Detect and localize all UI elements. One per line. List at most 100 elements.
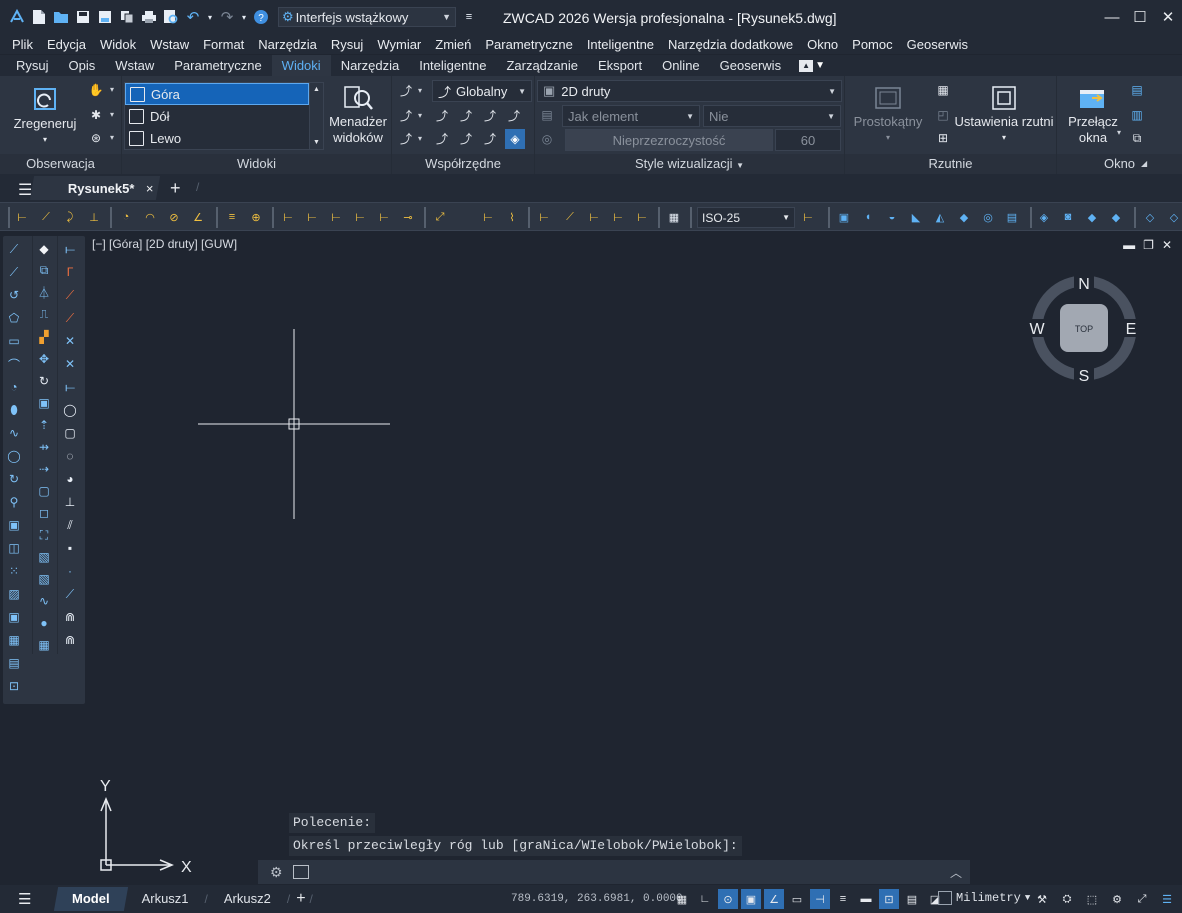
scroll-down-icon[interactable]: ▼: [313, 139, 320, 146]
dim-tool-27-icon[interactable]: ⊢: [800, 209, 816, 225]
view-manager-button[interactable]: Menadżer widoków: [326, 82, 390, 146]
print-preview-icon[interactable]: [162, 8, 180, 26]
status-tool-0-icon[interactable]: ⚒: [1032, 889, 1052, 909]
menu-item-14[interactable]: Geoserwis: [900, 37, 975, 52]
layout-tab-arkusz2[interactable]: Arkusz2: [208, 887, 287, 911]
draw-tool-3-icon[interactable]: ⬠: [3, 309, 25, 327]
viewcube[interactable]: TOP N S E W: [1026, 273, 1140, 385]
cascade-icon[interactable]: ⧉: [1129, 130, 1145, 146]
draw-tool-7-icon[interactable]: ⬮: [3, 401, 25, 419]
dim-tool-40-icon[interactable]: ◇: [1142, 209, 1158, 225]
print-icon[interactable]: [140, 8, 158, 26]
ribbon-tab-5[interactable]: Narzędzia: [331, 55, 410, 76]
tile-horizontal-icon[interactable]: ▤: [1129, 82, 1145, 98]
ucs-origin-dropdown-icon[interactable]: ▾: [418, 134, 422, 143]
status-toggle-10-icon[interactable]: ▤: [902, 889, 922, 909]
dim-tool-8-icon[interactable]: ≡: [224, 209, 240, 225]
viewport-minimize-icon[interactable]: ▬: [1123, 238, 1135, 252]
snap-tool-17-icon[interactable]: ⋒: [59, 631, 81, 649]
modify-tool-12-icon[interactable]: ◻: [33, 505, 55, 522]
regen-button[interactable]: Zregeneruj ▾: [8, 84, 82, 148]
dim-tool-18-icon[interactable]: ⌇: [504, 209, 520, 225]
snap-tool-15-icon[interactable]: ⟋: [59, 585, 81, 603]
dim-tool-39-icon[interactable]: ◆: [1108, 209, 1124, 225]
dim-tool-3-icon[interactable]: ⊥: [86, 209, 102, 225]
menu-item-10[interactable]: Inteligentne: [580, 37, 661, 52]
switch-dropdown-icon[interactable]: ▾: [1117, 128, 1121, 137]
menu-item-8[interactable]: Zmień: [428, 37, 478, 52]
status-tool-4-icon[interactable]: ⤢: [1132, 889, 1152, 909]
dim-tool-19-icon[interactable]: ⊢: [536, 209, 552, 225]
viewcube-south[interactable]: S: [1079, 368, 1090, 385]
menu-item-12[interactable]: Okno: [800, 37, 845, 52]
dim-tool-34-icon[interactable]: ◎: [980, 209, 996, 225]
menu-item-0[interactable]: Plik: [5, 37, 40, 52]
dim-tool-16-icon[interactable]: ⤢: [432, 209, 448, 225]
dim-tool-11-icon[interactable]: ⊢: [304, 209, 320, 225]
snap-tool-8-icon[interactable]: ▢: [59, 424, 81, 442]
draw-tool-12-icon[interactable]: ▣: [3, 516, 25, 534]
dim-tool-12-icon[interactable]: ⊢: [328, 209, 344, 225]
dim-tool-5-icon[interactable]: ◠: [142, 209, 158, 225]
dim-tool-37-icon[interactable]: ◙: [1060, 209, 1076, 225]
draw-tool-4-icon[interactable]: ▭: [3, 332, 25, 350]
minimize-icon[interactable]: —: [1098, 0, 1126, 34]
ucs-x-icon[interactable]: ⤴: [434, 107, 450, 123]
draw-tool-18-icon[interactable]: ▤: [3, 654, 25, 672]
modify-tool-11-icon[interactable]: ▢: [33, 483, 55, 500]
viewport-settings-button[interactable]: Ustawienia rzutni ▾: [953, 82, 1055, 146]
snap-tool-16-icon[interactable]: ⋒: [59, 608, 81, 626]
modify-tool-6-icon[interactable]: ↻: [33, 372, 55, 389]
add-tab-icon[interactable]: +: [170, 178, 181, 199]
menu-item-3[interactable]: Wstaw: [143, 37, 196, 52]
switch-window-button[interactable]: Przełącz okna: [1061, 82, 1125, 146]
add-layout-icon[interactable]: +: [296, 890, 305, 908]
modify-tool-8-icon[interactable]: ⇡: [33, 416, 55, 433]
viewport-layout-icon[interactable]: ⊞: [935, 130, 951, 146]
dim-tool-13-icon[interactable]: ⊢: [352, 209, 368, 225]
undo-dropdown-icon[interactable]: ▾: [206, 8, 214, 26]
workspace-select[interactable]: ⚙ Interfejs wstążkowy ▼: [278, 7, 456, 27]
ucs-object-icon[interactable]: ⤴: [434, 130, 450, 146]
dim-tool-14-icon[interactable]: ⊢: [376, 209, 392, 225]
dim-tool-30-icon[interactable]: ◒: [884, 209, 900, 225]
draw-tool-10-icon[interactable]: ↻: [3, 470, 25, 488]
dim-tool-32-icon[interactable]: ◭: [932, 209, 948, 225]
steering-wheel-icon[interactable]: ⊛: [88, 130, 104, 146]
ucs-cube-icon[interactable]: ◈: [505, 129, 525, 149]
dim-tool-4-icon[interactable]: ◔: [118, 209, 134, 225]
rect-viewport-button[interactable]: Prostokątny ▾: [849, 82, 927, 146]
snap-tool-14-icon[interactable]: ·: [59, 562, 81, 580]
wheel-dropdown-icon[interactable]: ▾: [110, 133, 114, 142]
undo-icon[interactable]: ↶: [184, 8, 202, 26]
dim-tool-33-icon[interactable]: ◆: [956, 209, 972, 225]
panel-visual-styles-label[interactable]: Style wizualizacji ▼: [535, 154, 844, 174]
ribbon-tab-4[interactable]: Widoki: [271, 55, 331, 76]
dim-tool-20-icon[interactable]: ⟋: [562, 209, 578, 225]
ribbon-tab-3[interactable]: Parametryczne: [164, 55, 271, 76]
ribbon-tab-8[interactable]: Eksport: [588, 55, 652, 76]
view-item-bottom[interactable]: Dół: [125, 105, 309, 127]
dim-tool-28-icon[interactable]: ▣: [836, 209, 852, 225]
draw-tool-1-icon[interactable]: ⟋: [3, 263, 25, 281]
ucs-y-icon[interactable]: ⤴: [458, 107, 474, 123]
viewcube-west[interactable]: W: [1029, 321, 1045, 338]
modify-tool-3-icon[interactable]: ⎍: [33, 306, 55, 323]
modify-tool-18-icon[interactable]: ▦: [33, 637, 55, 654]
dim-tool-6-icon[interactable]: ⊘: [166, 209, 182, 225]
ucs-select[interactable]: ⤴ Globalny ▼: [432, 80, 532, 102]
pan-hand-icon[interactable]: ✋: [88, 82, 104, 98]
modify-tool-0-icon[interactable]: ◆: [33, 240, 55, 257]
dim-tool-23-icon[interactable]: ⊢: [634, 209, 650, 225]
open-folder-icon[interactable]: [52, 8, 70, 26]
dim-tool-2-icon[interactable]: ⤸: [62, 209, 78, 225]
modify-tool-1-icon[interactable]: ⧉: [33, 262, 55, 279]
snap-tool-2-icon[interactable]: ⟋: [59, 286, 81, 304]
draw-tool-5-icon[interactable]: ⌒: [3, 355, 25, 373]
views-list[interactable]: Góra Dół Lewo ▲ ▼: [124, 82, 324, 150]
ucs-3point-dropdown-icon[interactable]: ▾: [418, 111, 422, 120]
redo-dropdown-icon[interactable]: ▾: [240, 8, 248, 26]
panel-expand-icon[interactable]: ◢: [1141, 159, 1147, 168]
close-icon[interactable]: ✕: [1154, 0, 1182, 34]
ribbon-minimize-button[interactable]: ▲ ▼: [799, 59, 825, 72]
